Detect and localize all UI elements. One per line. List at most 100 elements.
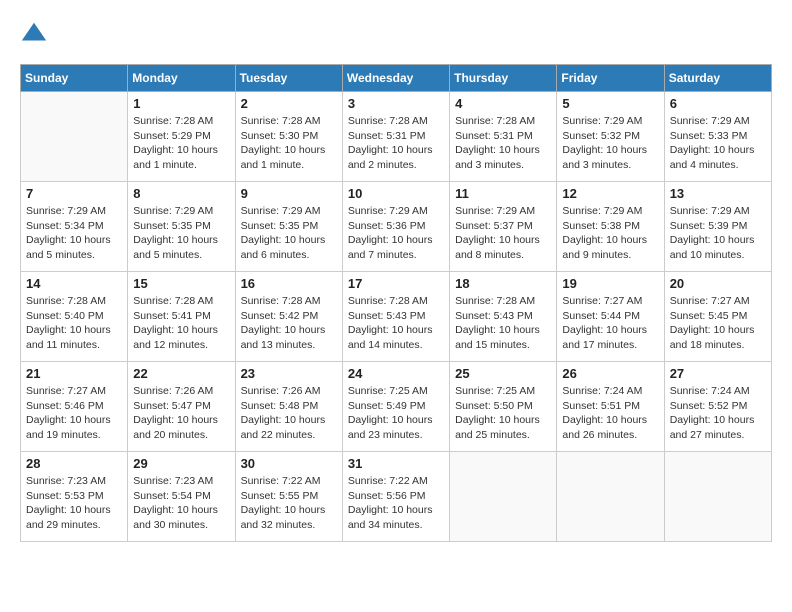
day-info: Sunrise: 7:26 AM Sunset: 5:47 PM Dayligh… (133, 384, 229, 443)
calendar-week-5: 28 Sunrise: 7:23 AM Sunset: 5:53 PM Dayli… (21, 452, 772, 542)
day-info: Sunrise: 7:24 AM Sunset: 5:52 PM Dayligh… (670, 384, 766, 443)
header-cell-sunday: Sunday (21, 65, 128, 92)
calendar-cell: 13 Sunrise: 7:29 AM Sunset: 5:39 PM Dayli… (664, 182, 771, 272)
day-number: 4 (455, 96, 551, 111)
day-number: 8 (133, 186, 229, 201)
day-info: Sunrise: 7:28 AM Sunset: 5:40 PM Dayligh… (26, 294, 122, 353)
calendar-header-row: SundayMondayTuesdayWednesdayThursdayFrid… (21, 65, 772, 92)
calendar-week-2: 7Sunrise: 7:29 AM Sunset: 5:34 PM Daylig… (21, 182, 772, 272)
calendar-cell (557, 452, 664, 542)
day-number: 13 (670, 186, 766, 201)
calendar-cell: 16Sunrise: 7:28 AM Sunset: 5:42 PM Dayli… (235, 272, 342, 362)
day-info: Sunrise: 7:26 AM Sunset: 5:48 PM Dayligh… (241, 384, 337, 443)
calendar-cell: 23Sunrise: 7:26 AM Sunset: 5:48 PM Dayli… (235, 362, 342, 452)
day-number: 6 (670, 96, 766, 111)
logo-icon (20, 20, 48, 48)
calendar-cell: 9 Sunrise: 7:29 AM Sunset: 5:35 PM Daylig… (235, 182, 342, 272)
day-info: Sunrise: 7:28 AM Sunset: 5:43 PM Dayligh… (455, 294, 551, 353)
day-number: 12 (562, 186, 658, 201)
calendar-cell: 28 Sunrise: 7:23 AM Sunset: 5:53 PM Dayli… (21, 452, 128, 542)
day-number: 20 (670, 276, 766, 291)
calendar-week-1: 1 Sunrise: 7:28 AM Sunset: 5:29 PM Daylig… (21, 92, 772, 182)
day-number: 19 (562, 276, 658, 291)
day-info: Sunrise: 7:28 AM Sunset: 5:31 PM Dayligh… (348, 114, 444, 173)
day-number: 30 (241, 456, 337, 471)
day-number: 28 (26, 456, 122, 471)
calendar-cell: 20 Sunrise: 7:27 AM Sunset: 5:45 PM Dayli… (664, 272, 771, 362)
calendar-cell: 19 Sunrise: 7:27 AM Sunset: 5:44 PM Dayli… (557, 272, 664, 362)
day-number: 10 (348, 186, 444, 201)
day-info: Sunrise: 7:28 AM Sunset: 5:41 PM Dayligh… (133, 294, 229, 353)
day-info: Sunrise: 7:23 AM Sunset: 5:54 PM Dayligh… (133, 474, 229, 533)
day-info: Sunrise: 7:24 AM Sunset: 5:51 PM Dayligh… (562, 384, 658, 443)
day-number: 15 (133, 276, 229, 291)
calendar-cell (21, 92, 128, 182)
calendar-cell: 8 Sunrise: 7:29 AM Sunset: 5:35 PM Daylig… (128, 182, 235, 272)
day-info: Sunrise: 7:25 AM Sunset: 5:49 PM Dayligh… (348, 384, 444, 443)
day-number: 1 (133, 96, 229, 111)
calendar-cell: 1 Sunrise: 7:28 AM Sunset: 5:29 PM Daylig… (128, 92, 235, 182)
calendar-cell: 24 Sunrise: 7:25 AM Sunset: 5:49 PM Dayli… (342, 362, 449, 452)
day-info: Sunrise: 7:22 AM Sunset: 5:55 PM Dayligh… (241, 474, 337, 533)
day-number: 27 (670, 366, 766, 381)
calendar-cell: 4 Sunrise: 7:28 AM Sunset: 5:31 PM Daylig… (450, 92, 557, 182)
calendar-cell: 15 Sunrise: 7:28 AM Sunset: 5:41 PM Dayli… (128, 272, 235, 362)
calendar-cell: 30 Sunrise: 7:22 AM Sunset: 5:55 PM Dayli… (235, 452, 342, 542)
day-info: Sunrise: 7:28 AM Sunset: 5:31 PM Dayligh… (455, 114, 551, 173)
day-number: 21 (26, 366, 122, 381)
calendar-cell: 22 Sunrise: 7:26 AM Sunset: 5:47 PM Dayli… (128, 362, 235, 452)
day-number: 17 (348, 276, 444, 291)
day-info: Sunrise: 7:29 AM Sunset: 5:37 PM Dayligh… (455, 204, 551, 263)
day-number: 25 (455, 366, 551, 381)
day-number: 2 (241, 96, 337, 111)
day-info: Sunrise: 7:27 AM Sunset: 5:46 PM Dayligh… (26, 384, 122, 443)
header-cell-thursday: Thursday (450, 65, 557, 92)
calendar-week-3: 14 Sunrise: 7:28 AM Sunset: 5:40 PM Dayli… (21, 272, 772, 362)
calendar-cell: 17 Sunrise: 7:28 AM Sunset: 5:43 PM Dayli… (342, 272, 449, 362)
day-number: 26 (562, 366, 658, 381)
header-cell-friday: Friday (557, 65, 664, 92)
day-info: Sunrise: 7:29 AM Sunset: 5:35 PM Dayligh… (241, 204, 337, 263)
day-number: 3 (348, 96, 444, 111)
day-number: 9 (241, 186, 337, 201)
day-info: Sunrise: 7:28 AM Sunset: 5:30 PM Dayligh… (241, 114, 337, 173)
day-number: 24 (348, 366, 444, 381)
day-number: 18 (455, 276, 551, 291)
logo (20, 20, 52, 48)
calendar-cell: 7Sunrise: 7:29 AM Sunset: 5:34 PM Daylig… (21, 182, 128, 272)
day-number: 31 (348, 456, 444, 471)
calendar-cell: 12 Sunrise: 7:29 AM Sunset: 5:38 PM Dayli… (557, 182, 664, 272)
calendar-cell: 14 Sunrise: 7:28 AM Sunset: 5:40 PM Dayli… (21, 272, 128, 362)
day-info: Sunrise: 7:28 AM Sunset: 5:29 PM Dayligh… (133, 114, 229, 173)
calendar-cell: 10 Sunrise: 7:29 AM Sunset: 5:36 PM Dayli… (342, 182, 449, 272)
day-info: Sunrise: 7:28 AM Sunset: 5:43 PM Dayligh… (348, 294, 444, 353)
day-info: Sunrise: 7:25 AM Sunset: 5:50 PM Dayligh… (455, 384, 551, 443)
calendar-cell: 31Sunrise: 7:22 AM Sunset: 5:56 PM Dayli… (342, 452, 449, 542)
calendar-cell: 3 Sunrise: 7:28 AM Sunset: 5:31 PM Daylig… (342, 92, 449, 182)
header-cell-tuesday: Tuesday (235, 65, 342, 92)
calendar-week-4: 21 Sunrise: 7:27 AM Sunset: 5:46 PM Dayli… (21, 362, 772, 452)
day-number: 14 (26, 276, 122, 291)
day-number: 5 (562, 96, 658, 111)
day-number: 29 (133, 456, 229, 471)
day-info: Sunrise: 7:29 AM Sunset: 5:38 PM Dayligh… (562, 204, 658, 263)
day-info: Sunrise: 7:23 AM Sunset: 5:53 PM Dayligh… (26, 474, 122, 533)
calendar-cell: 11Sunrise: 7:29 AM Sunset: 5:37 PM Dayli… (450, 182, 557, 272)
header-cell-saturday: Saturday (664, 65, 771, 92)
day-info: Sunrise: 7:29 AM Sunset: 5:35 PM Dayligh… (133, 204, 229, 263)
calendar-cell (664, 452, 771, 542)
day-number: 16 (241, 276, 337, 291)
day-number: 22 (133, 366, 229, 381)
day-info: Sunrise: 7:27 AM Sunset: 5:44 PM Dayligh… (562, 294, 658, 353)
page-header (20, 20, 772, 48)
calendar-cell: 21 Sunrise: 7:27 AM Sunset: 5:46 PM Dayli… (21, 362, 128, 452)
day-number: 7 (26, 186, 122, 201)
calendar-cell: 26 Sunrise: 7:24 AM Sunset: 5:51 PM Dayli… (557, 362, 664, 452)
day-info: Sunrise: 7:29 AM Sunset: 5:39 PM Dayligh… (670, 204, 766, 263)
calendar-cell: 25 Sunrise: 7:25 AM Sunset: 5:50 PM Dayli… (450, 362, 557, 452)
header-cell-monday: Monday (128, 65, 235, 92)
day-info: Sunrise: 7:29 AM Sunset: 5:36 PM Dayligh… (348, 204, 444, 263)
calendar-cell: 5Sunrise: 7:29 AM Sunset: 5:32 PM Daylig… (557, 92, 664, 182)
day-info: Sunrise: 7:29 AM Sunset: 5:33 PM Dayligh… (670, 114, 766, 173)
day-info: Sunrise: 7:27 AM Sunset: 5:45 PM Dayligh… (670, 294, 766, 353)
